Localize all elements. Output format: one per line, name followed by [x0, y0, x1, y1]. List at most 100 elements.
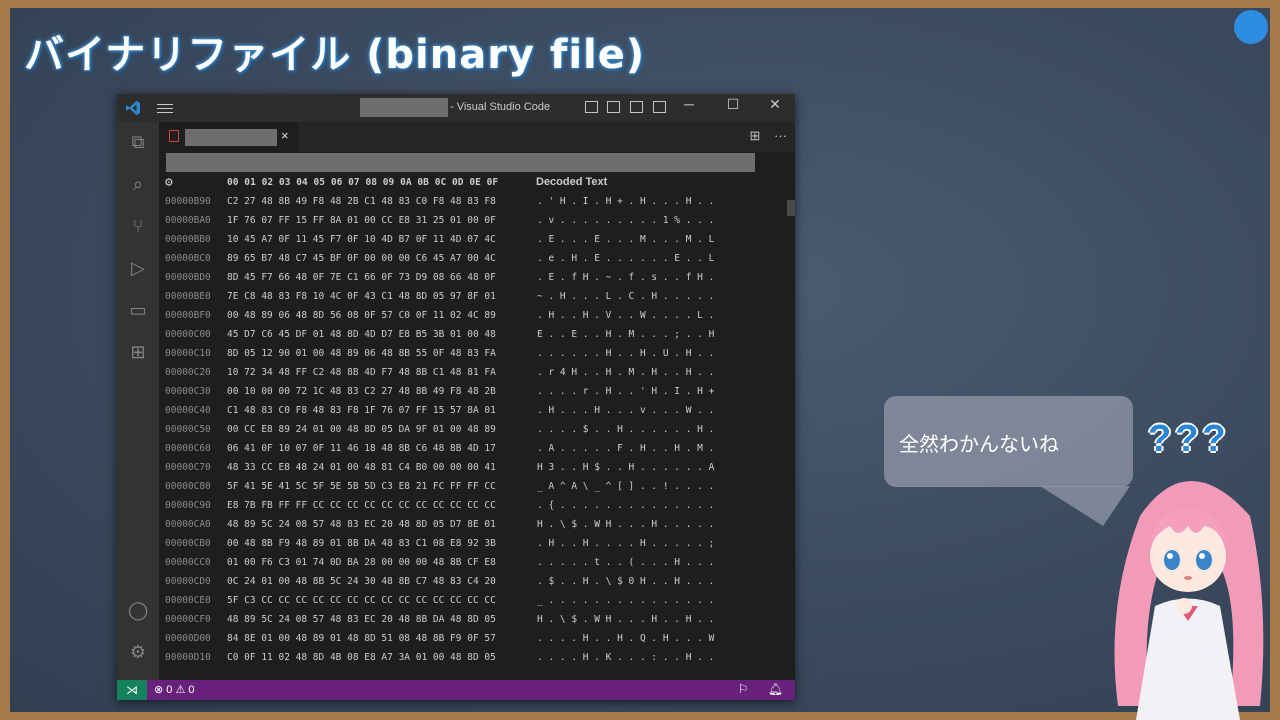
hex-row-bytes[interactable]: 10 72 34 48 FF C2 48 8B 4D F7 48 8B C1 4…: [227, 367, 496, 378]
hex-row-decoded[interactable]: . . . . r . H . . ' H . I . H +: [537, 386, 714, 397]
scrollbar-thumb[interactable]: [787, 200, 795, 216]
hex-row-bytes[interactable]: 00 48 89 06 48 8D 56 08 0F 57 C0 0F 11 0…: [227, 310, 496, 321]
hex-row-bytes[interactable]: 00 CC E8 89 24 01 00 48 8D 05 DA 9F 01 0…: [227, 424, 496, 435]
hex-row[interactable]: 00000C50 00 CC E8 89 24 01 00 48 8D 05 DA…: [159, 421, 789, 440]
editor-tab[interactable]: ×: [159, 122, 299, 152]
hex-row-bytes[interactable]: 5F 41 5E 41 5C 5F 5E 5B 5D C3 E8 21 FC F…: [227, 481, 496, 492]
hex-row[interactable]: 00000CB0 00 48 8B F9 48 89 01 8B DA 48 83…: [159, 535, 789, 554]
remote-explorer-icon[interactable]: ▭: [128, 300, 148, 320]
hex-row-decoded[interactable]: . A . . . . . F . H . . H . M .: [537, 443, 714, 454]
hex-editor[interactable]: ⚙ 00 01 02 03 04 05 06 07 08 09 0A 0B 0C…: [159, 174, 795, 680]
problems-count[interactable]: ⊗ 0 ⚠ 0: [154, 683, 194, 696]
hex-row-bytes[interactable]: 0C 24 01 00 48 8B 5C 24 30 48 8B C7 48 8…: [227, 576, 496, 587]
hex-row-decoded[interactable]: . E . . . E . . . M . . . M . L: [537, 234, 714, 245]
hex-row[interactable]: 00000C80 5F 41 5E 41 5C 5F 5E 5B 5D C3 E8…: [159, 478, 789, 497]
hex-row[interactable]: 00000BE0 7E C8 48 83 F8 10 4C 0F 43 C1 48…: [159, 288, 789, 307]
hex-row[interactable]: 00000CD0 0C 24 01 00 48 8B 5C 24 30 48 8B…: [159, 573, 789, 592]
hex-row-bytes[interactable]: 00 48 8B F9 48 89 01 8B DA 48 83 C1 08 E…: [227, 538, 496, 549]
hex-row-bytes[interactable]: 8D 05 12 90 01 00 48 89 06 48 8B 55 0F 4…: [227, 348, 496, 359]
hex-row[interactable]: 00000D10 C0 0F 11 02 48 8D 4B 08 E8 A7 3A…: [159, 649, 789, 668]
hex-row-bytes[interactable]: 06 41 0F 10 07 0F 11 46 18 48 8B C6 48 8…: [227, 443, 496, 454]
hex-row-decoded[interactable]: H . \ $ . W H . . . H . . H . .: [537, 614, 714, 625]
hex-row[interactable]: 00000C70 48 33 CC E8 48 24 01 00 48 81 C4…: [159, 459, 789, 478]
hex-row[interactable]: 00000CC0 01 00 F6 C3 01 74 0D BA 28 00 00…: [159, 554, 789, 573]
tab-close-icon[interactable]: ×: [281, 128, 289, 143]
hex-row-bytes[interactable]: E8 7B FB FF FF CC CC CC CC CC CC CC CC C…: [227, 500, 496, 511]
settings-gear-icon[interactable]: ⚙: [128, 642, 148, 662]
hex-row-decoded[interactable]: ~ . H . . . L . C . H . . . . .: [537, 291, 714, 302]
hex-row-decoded[interactable]: H 3 . . H $ . . H . . . . . . A: [537, 462, 714, 473]
hex-settings-gear-icon[interactable]: ⚙: [165, 175, 173, 190]
search-icon[interactable]: ⌕: [128, 174, 148, 194]
hex-row-bytes[interactable]: 48 89 5C 24 08 57 48 83 EC 20 48 8D 05 D…: [227, 519, 496, 530]
close-button[interactable]: ✕: [765, 96, 785, 113]
hex-row[interactable]: 00000BF0 00 48 89 06 48 8D 56 08 0F 57 C0…: [159, 307, 789, 326]
hex-row-decoded[interactable]: . . . . . t . . ( . . . H . . .: [537, 557, 714, 568]
split-editor-icon[interactable]: ⊞: [749, 128, 760, 143]
hex-row-bytes[interactable]: 01 00 F6 C3 01 74 0D BA 28 00 00 00 48 8…: [227, 557, 496, 568]
hex-row-bytes[interactable]: 7E C8 48 83 F8 10 4C 0F 43 C1 48 8D 05 9…: [227, 291, 496, 302]
hex-row[interactable]: 00000C60 06 41 0F 10 07 0F 11 46 18 48 8B…: [159, 440, 789, 459]
maximize-button[interactable]: ☐: [723, 96, 743, 113]
hex-row-decoded[interactable]: . H . . H . V . . W . . . . L .: [537, 310, 714, 321]
hex-row[interactable]: 00000C00 45 D7 C6 45 DF 01 48 8D 4D D7 E8…: [159, 326, 789, 345]
hex-row-bytes[interactable]: C2 27 48 8B 49 F8 48 2B C1 48 83 C0 F8 4…: [227, 196, 496, 207]
hex-row[interactable]: 00000C90 E8 7B FB FF FF CC CC CC CC CC CC…: [159, 497, 789, 516]
hex-row-decoded[interactable]: . H . . . H . . . v . . . W . .: [537, 405, 714, 416]
hex-row-bytes[interactable]: 48 89 5C 24 08 57 48 83 EC 20 48 8B DA 4…: [227, 614, 496, 625]
hex-row[interactable]: 00000C40 C1 48 83 C0 F8 48 83 F8 1F 76 07…: [159, 402, 789, 421]
hex-row[interactable]: 00000D00 84 8E 01 00 48 89 01 48 8D 51 08…: [159, 630, 789, 649]
extensions-icon[interactable]: ⊞: [128, 342, 148, 362]
hex-row[interactable]: 00000CA0 48 89 5C 24 08 57 48 83 EC 20 48…: [159, 516, 789, 535]
hex-row-decoded[interactable]: . . . . . . H . . H . U . H . .: [537, 348, 714, 359]
accounts-icon[interactable]: ◯: [128, 600, 148, 620]
vscode-logo-icon[interactable]: [125, 100, 141, 116]
hex-row-decoded[interactable]: . ' H . I . H + . H . . . H . .: [537, 196, 714, 207]
toggle-panel-icon[interactable]: [607, 101, 620, 113]
source-control-icon[interactable]: ⑂: [128, 216, 148, 236]
hex-row-decoded[interactable]: . $ . . H . \ $ 0 H . . H . . .: [537, 576, 714, 587]
hex-row-decoded[interactable]: _ A ^ A \ _ ^ [ ] . . ! . . . .: [537, 481, 714, 492]
hex-row-decoded[interactable]: . e . H . E . . . . . . E . . L: [537, 253, 714, 264]
hex-row-decoded[interactable]: E . . E . . H . M . . . ; . . H: [537, 329, 714, 340]
hex-row[interactable]: 00000C10 8D 05 12 90 01 00 48 89 06 48 8B…: [159, 345, 789, 364]
notifications-bell-icon[interactable]: 🔔︎: [768, 682, 783, 696]
hex-row[interactable]: 00000CF0 48 89 5C 24 08 57 48 83 EC 20 48…: [159, 611, 789, 630]
hex-row[interactable]: 00000B90 C2 27 48 8B 49 F8 48 2B C1 48 83…: [159, 193, 789, 212]
hex-row[interactable]: 00000CE0 5F C3 CC CC CC CC CC CC CC CC CC…: [159, 592, 789, 611]
explorer-icon[interactable]: ⧉: [128, 132, 148, 152]
hex-row-decoded[interactable]: . E . f H . ~ . f . s . . f H .: [537, 272, 714, 283]
hex-row-bytes[interactable]: 48 33 CC E8 48 24 01 00 48 81 C4 B0 00 0…: [227, 462, 496, 473]
hex-row[interactable]: 00000BD0 8D 45 F7 66 48 0F 7E C1 66 0F 73…: [159, 269, 789, 288]
more-actions-icon[interactable]: ···: [774, 128, 787, 143]
hex-row-bytes[interactable]: 8D 45 F7 66 48 0F 7E C1 66 0F 73 D9 08 6…: [227, 272, 496, 283]
toggle-primary-sidebar-icon[interactable]: [585, 101, 598, 113]
hex-row-decoded[interactable]: . . . . H . . H . Q . H . . . W: [537, 633, 714, 644]
hex-row[interactable]: 00000C20 10 72 34 48 FF C2 48 8B 4D F7 48…: [159, 364, 789, 383]
customize-layout-icon[interactable]: [653, 101, 666, 113]
hex-row-decoded[interactable]: . r 4 H . . H . M . H . . H . .: [537, 367, 714, 378]
hex-row-decoded[interactable]: . v . . . . . . . . . 1 % . . .: [537, 215, 714, 226]
hex-row[interactable]: 00000C30 00 10 00 00 72 1C 48 83 C2 27 48…: [159, 383, 789, 402]
hex-row-bytes[interactable]: 1F 76 07 FF 15 FF 8A 01 00 CC E8 31 25 0…: [227, 215, 496, 226]
hex-row-decoded[interactable]: H . \ $ . W H . . . H . . . . .: [537, 519, 714, 530]
hex-row-bytes[interactable]: C0 0F 11 02 48 8D 4B 08 E8 A7 3A 01 00 4…: [227, 652, 496, 663]
hex-row-bytes[interactable]: 10 45 A7 0F 11 45 F7 0F 10 4D B7 0F 11 4…: [227, 234, 496, 245]
hex-row-bytes[interactable]: 00 10 00 00 72 1C 48 83 C2 27 48 8B 49 F…: [227, 386, 496, 397]
hex-row-bytes[interactable]: 89 65 B7 48 C7 45 BF 0F 00 00 00 C6 45 A…: [227, 253, 496, 264]
hex-row-decoded[interactable]: . . . . $ . . H . . . . . . H .: [537, 424, 714, 435]
remote-indicator-icon[interactable]: ⋊: [117, 680, 147, 700]
hex-row-decoded[interactable]: . . . . H . K . . . : . . H . .: [537, 652, 714, 663]
hex-row-bytes[interactable]: 45 D7 C6 45 DF 01 48 8D 4D D7 E8 B5 3B 0…: [227, 329, 496, 340]
toggle-secondary-sidebar-icon[interactable]: [630, 101, 643, 113]
hex-row-bytes[interactable]: 84 8E 01 00 48 89 01 48 8D 51 08 48 8B F…: [227, 633, 496, 644]
minimize-button[interactable]: ─: [679, 96, 699, 112]
hex-row-decoded[interactable]: . H . . H . . . . H . . . . . ;: [537, 538, 714, 549]
hex-row[interactable]: 00000BA0 1F 76 07 FF 15 FF 8A 01 00 CC E8…: [159, 212, 789, 231]
hamburger-menu-icon[interactable]: [157, 101, 173, 115]
hex-row-decoded[interactable]: . { . . . . . . . . . . . . . .: [537, 500, 714, 511]
run-debug-icon[interactable]: ▷: [128, 258, 148, 278]
feedback-icon[interactable]: ⚐: [738, 682, 749, 696]
hex-row-bytes[interactable]: C1 48 83 C0 F8 48 83 F8 1F 76 07 FF 15 5…: [227, 405, 496, 416]
hex-row-bytes[interactable]: 5F C3 CC CC CC CC CC CC CC CC CC CC CC C…: [227, 595, 496, 606]
